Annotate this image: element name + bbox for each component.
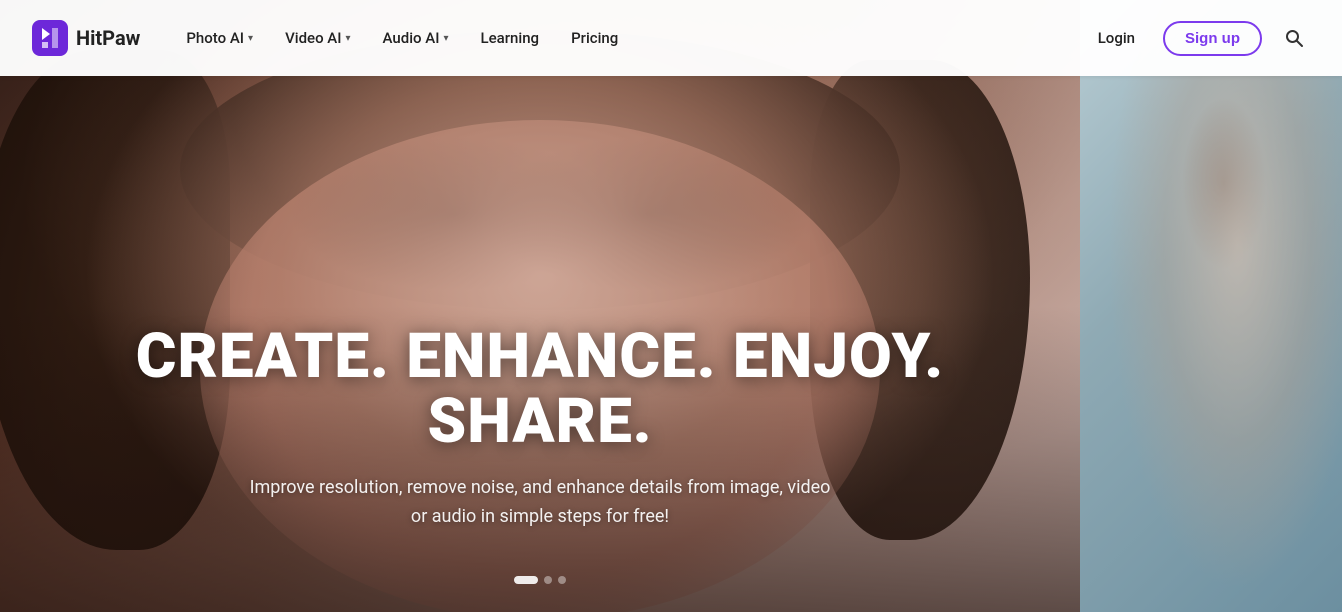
- brand-name: HitPaw: [76, 26, 140, 50]
- nav-item-photo-ai[interactable]: Photo AI ▾: [172, 21, 267, 55]
- hitpaw-logo-icon: [32, 20, 68, 56]
- search-button[interactable]: [1278, 22, 1310, 54]
- search-icon: [1284, 28, 1304, 48]
- login-button[interactable]: Login: [1086, 21, 1147, 55]
- nav-item-video-ai[interactable]: Video AI ▾: [271, 21, 364, 55]
- chevron-down-icon: ▾: [248, 33, 253, 44]
- logo[interactable]: HitPaw: [32, 20, 140, 56]
- hero-section: CREATE. ENHANCE. ENJOY. SHARE. Improve r…: [0, 0, 1080, 612]
- nav-links: Photo AI ▾ Video AI ▾ Audio AI ▾ Learnin…: [172, 21, 1085, 55]
- hero-content: CREATE. ENHANCE. ENJOY. SHARE. Improve r…: [0, 324, 1080, 532]
- hero-headline: CREATE. ENHANCE. ENJOY. SHARE.: [80, 324, 1000, 454]
- nav-label-learning: Learning: [481, 29, 540, 47]
- hero-subtext: Improve resolution, remove noise, and en…: [240, 474, 840, 532]
- chevron-down-icon: ▾: [443, 33, 448, 44]
- nav-item-learning[interactable]: Learning: [467, 21, 554, 55]
- pagination-dot-2[interactable]: [544, 576, 552, 584]
- signup-button[interactable]: Sign up: [1163, 21, 1262, 56]
- hero-right-image: [1080, 0, 1342, 612]
- pagination-dot-1[interactable]: [514, 576, 538, 584]
- hero-pagination: [514, 576, 566, 584]
- nav-item-audio-ai[interactable]: Audio AI ▾: [369, 21, 463, 55]
- nav-actions: Login Sign up: [1086, 21, 1310, 56]
- navbar: HitPaw Photo AI ▾ Video AI ▾ Audio AI ▾ …: [0, 0, 1342, 76]
- pagination-dot-3[interactable]: [558, 576, 566, 584]
- nav-label-video-ai: Video AI: [285, 29, 341, 47]
- nav-label-photo-ai: Photo AI: [186, 29, 244, 47]
- hero-right-panel: [1080, 0, 1342, 612]
- chevron-down-icon: ▾: [346, 33, 351, 44]
- nav-item-pricing[interactable]: Pricing: [557, 21, 632, 55]
- nav-label-audio-ai: Audio AI: [383, 29, 440, 47]
- nav-label-pricing: Pricing: [571, 29, 618, 47]
